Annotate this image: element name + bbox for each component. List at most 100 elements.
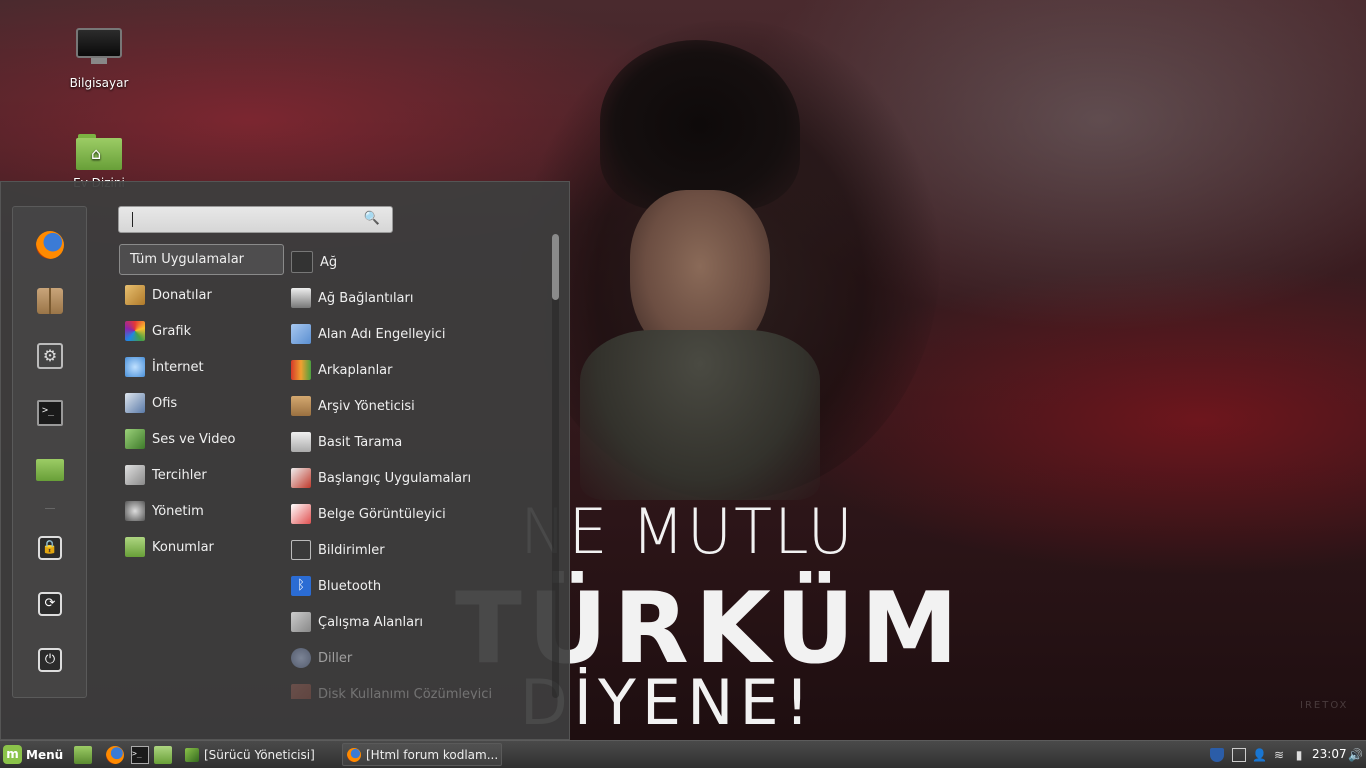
category-label: Ofis bbox=[152, 395, 178, 411]
app-label: Arkaplanlar bbox=[318, 362, 393, 378]
office-icon bbox=[125, 393, 145, 413]
favorite-logout[interactable]: ⟳ bbox=[35, 589, 65, 619]
favorites-separator bbox=[45, 508, 55, 509]
logout-icon: ⟳ bbox=[38, 592, 62, 616]
task-firefox-html-forum[interactable]: [Html forum kodlam... bbox=[342, 743, 502, 766]
taskbar: m Menü >_ [Sürücü Yöneticisi] [Html foru… bbox=[0, 740, 1366, 768]
archive-manager-icon bbox=[291, 396, 311, 416]
app-label: Bildirimler bbox=[318, 542, 385, 558]
task-label: [Html forum kodlam... bbox=[366, 747, 499, 762]
category-places[interactable]: Konumlar bbox=[119, 529, 284, 565]
administration-icon bbox=[125, 501, 145, 521]
wifi-icon[interactable]: ≋ bbox=[1272, 748, 1286, 762]
wallpaper-slogan-line1: NE MUTLU bbox=[520, 495, 855, 568]
search-icon: 🔍 bbox=[363, 211, 380, 226]
terminal-icon: >_ bbox=[37, 400, 63, 426]
menu-search-input[interactable]: 🔍 bbox=[118, 206, 393, 233]
app-domain-blocker[interactable]: Alan Adı Engelleyici bbox=[285, 316, 547, 352]
preferences-icon bbox=[125, 465, 145, 485]
app-label: Arşiv Yöneticisi bbox=[318, 398, 415, 414]
category-graphics[interactable]: Grafik bbox=[119, 313, 284, 349]
category-administration[interactable]: Yönetim bbox=[119, 493, 284, 529]
app-archive-manager[interactable]: Arşiv Yöneticisi bbox=[285, 388, 547, 424]
network-connections-icon bbox=[291, 288, 311, 308]
category-label: Tüm Uygulamalar bbox=[130, 252, 245, 267]
favorite-software-manager[interactable] bbox=[35, 286, 65, 316]
category-label: İnternet bbox=[152, 359, 204, 375]
favorite-system-settings[interactable]: ⚙ bbox=[35, 341, 65, 371]
portrait-hat bbox=[600, 40, 800, 210]
category-label: Ses ve Video bbox=[152, 431, 236, 447]
app-notifications[interactable]: Bildirimler bbox=[285, 532, 547, 568]
notifications-icon bbox=[291, 540, 311, 560]
category-internet[interactable]: İnternet bbox=[119, 349, 284, 385]
category-preferences[interactable]: Tercihler bbox=[119, 457, 284, 493]
workspaces-icon bbox=[291, 612, 311, 632]
scanner-icon bbox=[291, 432, 311, 452]
app-label: Ağ bbox=[320, 254, 338, 270]
show-desktop-icon bbox=[74, 746, 92, 764]
domain-blocker-icon bbox=[291, 324, 311, 344]
app-label: Bluetooth bbox=[318, 578, 382, 594]
taskbar-clock[interactable]: 23:07 bbox=[1312, 747, 1347, 761]
settings-icon: ⚙ bbox=[37, 343, 63, 369]
app-startup-applications[interactable]: Başlangıç Uygulamaları bbox=[285, 460, 547, 496]
category-all-applications[interactable]: Tüm Uygulamalar bbox=[119, 244, 284, 275]
startup-apps-icon bbox=[291, 468, 311, 488]
lock-icon: 🔒 bbox=[38, 536, 62, 560]
backgrounds-icon bbox=[291, 360, 311, 380]
category-label: Yönetim bbox=[152, 503, 204, 519]
app-label: Diller bbox=[318, 650, 353, 666]
volume-icon[interactable]: 🔊 bbox=[1348, 748, 1363, 762]
firefox-icon bbox=[106, 746, 124, 764]
favorite-lock-screen[interactable]: 🔒 bbox=[35, 533, 65, 563]
favorite-files[interactable] bbox=[35, 455, 65, 485]
favorites-sidebar: ⚙ >_ 🔒 ⟳ ⏻ bbox=[12, 206, 87, 698]
languages-icon bbox=[291, 648, 311, 668]
app-bluetooth[interactable]: ᛒ Bluetooth bbox=[285, 568, 547, 604]
internet-icon bbox=[125, 357, 145, 377]
app-workspaces[interactable]: Çalışma Alanları bbox=[285, 604, 547, 640]
launcher-terminal[interactable]: >_ bbox=[131, 746, 149, 764]
battery-icon[interactable]: ▮ bbox=[1292, 748, 1306, 762]
category-label: Konumlar bbox=[152, 539, 214, 555]
app-label: Belge Görüntüleyici bbox=[318, 506, 446, 522]
wallpaper-watermark: IRETOX bbox=[1300, 700, 1349, 711]
app-languages[interactable]: Diller bbox=[285, 640, 547, 676]
scrollbar-thumb[interactable] bbox=[552, 234, 559, 300]
app-backgrounds[interactable]: Arkaplanlar bbox=[285, 352, 547, 388]
favorite-terminal[interactable]: >_ bbox=[35, 398, 65, 428]
app-simple-scan[interactable]: Basit Tarama bbox=[285, 424, 547, 460]
category-sound-video[interactable]: Ses ve Video bbox=[119, 421, 284, 457]
graphics-icon bbox=[125, 321, 145, 341]
app-label: Çalışma Alanları bbox=[318, 614, 424, 630]
app-document-viewer[interactable]: Belge Görüntüleyici bbox=[285, 496, 547, 532]
application-menu: ⚙ >_ 🔒 ⟳ ⏻ 🔍 Tüm Uygulamalar Donatılar G… bbox=[0, 181, 570, 740]
category-list: Tüm Uygulamalar Donatılar Grafik İnterne… bbox=[119, 244, 284, 565]
app-network[interactable]: Ağ bbox=[285, 244, 547, 280]
favorite-firefox[interactable] bbox=[35, 230, 65, 260]
category-office[interactable]: Ofis bbox=[119, 385, 284, 421]
clipboard-icon[interactable] bbox=[1232, 748, 1246, 762]
launcher-show-desktop[interactable] bbox=[74, 746, 92, 764]
app-label: Ağ Bağlantıları bbox=[318, 290, 414, 306]
document-viewer-icon bbox=[291, 504, 311, 524]
shield-update-icon[interactable] bbox=[1210, 748, 1224, 762]
home-folder-icon: ⌂ bbox=[76, 134, 122, 172]
desktop-icon-computer[interactable]: Bilgisayar bbox=[49, 28, 149, 90]
network-icon bbox=[291, 251, 313, 273]
app-list-scrollbar[interactable] bbox=[552, 234, 559, 698]
task-driver-manager[interactable]: [Sürücü Yöneticisi] bbox=[181, 743, 339, 766]
app-disk-usage-analyzer[interactable]: Disk Kullanımı Çözümleyici bbox=[285, 676, 547, 699]
app-network-connections[interactable]: Ağ Bağlantıları bbox=[285, 280, 547, 316]
app-label: Basit Tarama bbox=[318, 434, 403, 450]
category-accessories[interactable]: Donatılar bbox=[119, 277, 284, 313]
application-list: Ağ Ağ Bağlantıları Alan Adı Engelleyici … bbox=[285, 244, 547, 699]
desktop-icon-label: Bilgisayar bbox=[69, 76, 129, 90]
menu-button[interactable]: m Menü bbox=[3, 744, 63, 765]
app-label: Başlangıç Uygulamaları bbox=[318, 470, 472, 486]
launcher-firefox[interactable] bbox=[106, 746, 124, 764]
user-icon[interactable]: 👤 bbox=[1252, 748, 1267, 762]
favorite-shutdown[interactable]: ⏻ bbox=[35, 645, 65, 675]
launcher-files[interactable] bbox=[154, 746, 172, 764]
